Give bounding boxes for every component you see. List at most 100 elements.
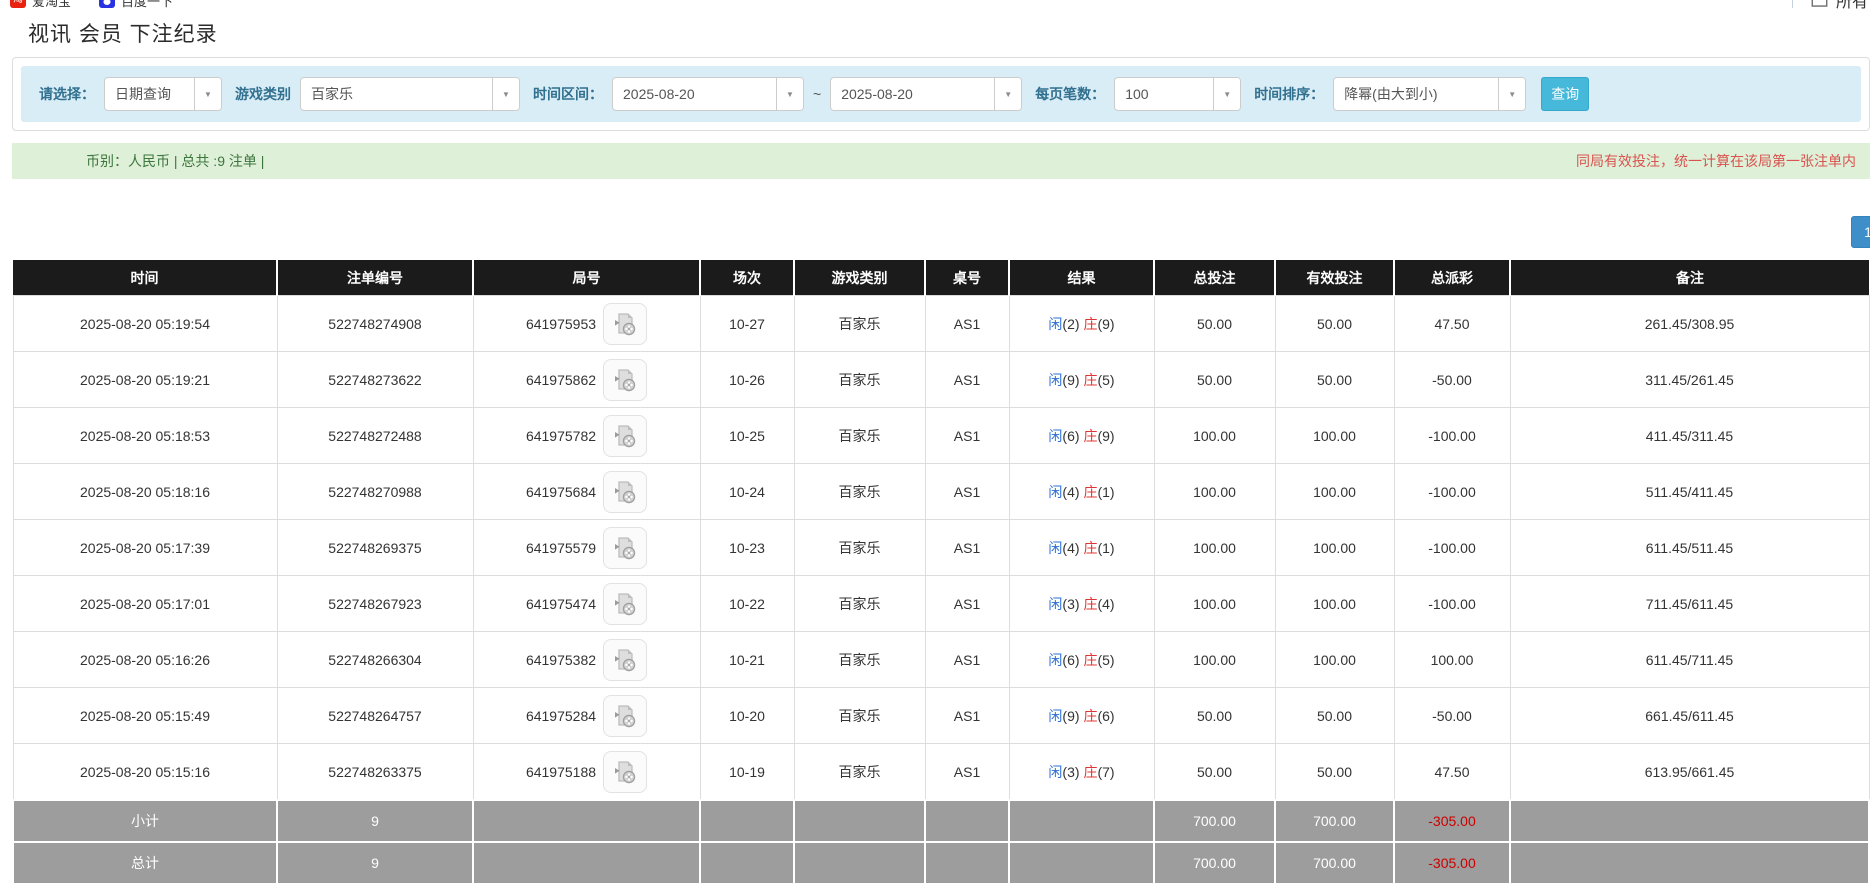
video-replay-button[interactable] <box>603 751 647 793</box>
time-cell: 2025-08-20 05:15:16 <box>13 744 277 801</box>
payout-cell: 47.50 <box>1394 744 1510 801</box>
round-number-cell: 641975953 <box>473 296 700 352</box>
time-sort-select[interactable]: 降幂(由大到小) ▼ <box>1333 77 1526 111</box>
video-replay-button[interactable] <box>603 527 647 569</box>
chevron-down-icon[interactable]: ▼ <box>1213 78 1240 110</box>
total-bet-link[interactable]: 50.00 <box>1154 352 1275 408</box>
video-replay-button[interactable] <box>603 415 647 457</box>
table-number-cell: AS1 <box>925 632 1009 688</box>
currency-summary-bar: 币别：人民币 | 总共 :9 注单 | 同局有效投注，统一计算在该局第一张注单内 <box>12 143 1870 179</box>
game-type-cell: 百家乐 <box>794 744 925 801</box>
taobao-icon: 淘 <box>10 0 26 8</box>
game-type-cell: 百家乐 <box>794 296 925 352</box>
video-replay-icon <box>612 704 638 728</box>
table-row: 2025-08-20 05:18:16522748270988641975684… <box>13 464 1869 520</box>
total-bet-link[interactable]: 100.00 <box>1154 632 1275 688</box>
round-number: 641975953 <box>526 316 596 332</box>
payout-cell: -50.00 <box>1394 688 1510 744</box>
table-number-cell: AS1 <box>925 352 1009 408</box>
summary-rows: 小计 9 700.00 700.00 -305.00 总计 9 700.00 7… <box>13 800 1869 884</box>
payout-cell: -100.00 <box>1394 408 1510 464</box>
total-bet-link[interactable]: 50.00 <box>1154 296 1275 352</box>
date-from-input[interactable] <box>613 78 776 110</box>
chevron-down-icon[interactable]: ▼ <box>994 78 1021 110</box>
query-button[interactable]: 查询 <box>1541 77 1589 111</box>
round-number: 641975579 <box>526 540 596 556</box>
total-bet-link[interactable]: 100.00 <box>1154 576 1275 632</box>
result-cell: 闲(2) 庄(9) <box>1009 296 1154 352</box>
video-replay-icon <box>612 368 638 392</box>
video-replay-button[interactable] <box>603 359 647 401</box>
video-replay-button[interactable] <box>603 583 647 625</box>
game-type-select[interactable]: 百家乐 ▼ <box>300 77 520 111</box>
total-bet-link[interactable]: 50.00 <box>1154 688 1275 744</box>
chevron-down-icon[interactable]: ▼ <box>1498 78 1525 110</box>
result-cell: 闲(9) 庄(5) <box>1009 352 1154 408</box>
table-row: 2025-08-20 05:17:39522748269375641975579… <box>13 520 1869 576</box>
note-cell: 711.45/611.45 <box>1510 576 1869 632</box>
query-type-value: 日期查询 <box>105 78 194 110</box>
note-cell: 311.45/261.45 <box>1510 352 1869 408</box>
time-cell: 2025-08-20 05:16:26 <box>13 632 277 688</box>
result-cell: 闲(6) 庄(9) <box>1009 408 1154 464</box>
video-replay-icon <box>612 760 638 784</box>
total-bet-link[interactable]: 100.00 <box>1154 520 1275 576</box>
result-banker: 庄 <box>1083 708 1097 724</box>
table-row: 2025-08-20 05:19:21522748273622641975862… <box>13 352 1869 408</box>
date-to-picker[interactable]: ▼ <box>830 77 1022 111</box>
time-cell: 2025-08-20 05:19:54 <box>13 296 277 352</box>
time-cell: 2025-08-20 05:17:01 <box>13 576 277 632</box>
query-type-select[interactable]: 日期查询 ▼ <box>104 77 222 111</box>
table-row: 2025-08-20 05:17:01522748267923641975474… <box>13 576 1869 632</box>
all-bookmarks-button[interactable]: 所有 <box>1792 0 1870 13</box>
bookmark-label: 百度一下 <box>121 0 173 10</box>
chevron-down-icon[interactable]: ▼ <box>492 78 519 110</box>
date-from-picker[interactable]: ▼ <box>612 77 804 111</box>
bookmark-aitaobao[interactable]: 淘 爱淘宝 <box>10 0 71 10</box>
total-bet-link[interactable]: 50.00 <box>1154 744 1275 801</box>
bet-records-table: 时间 注单编号 局号 场次 游戏类别 桌号 结果 总投注 有效投注 总派彩 备注… <box>12 260 1870 885</box>
total-count: 9 <box>277 842 473 884</box>
round-number: 641975782 <box>526 428 596 444</box>
video-replay-button[interactable] <box>603 639 647 681</box>
note-cell: 511.45/411.45 <box>1510 464 1869 520</box>
payout-cell: -100.00 <box>1394 576 1510 632</box>
result-player: 闲 <box>1048 708 1062 724</box>
chevron-down-icon[interactable]: ▼ <box>776 78 803 110</box>
round-number: 641975862 <box>526 372 596 388</box>
header-bet-number: 注单编号 <box>277 260 473 296</box>
bookmark-baidu[interactable]: 百度一下 <box>99 0 173 10</box>
subtotal-payout: -305.00 <box>1394 800 1510 842</box>
round-number-cell: 641975862 <box>473 352 700 408</box>
game-type-cell: 百家乐 <box>794 576 925 632</box>
date-to-input[interactable] <box>831 78 994 110</box>
result-cell: 闲(4) 庄(1) <box>1009 464 1154 520</box>
page-size-select[interactable]: ▼ <box>1114 77 1241 111</box>
result-player: 闲 <box>1048 484 1062 500</box>
video-replay-button[interactable] <box>603 471 647 513</box>
total-bet-link[interactable]: 100.00 <box>1154 408 1275 464</box>
video-replay-button[interactable] <box>603 695 647 737</box>
result-banker: 庄 <box>1083 484 1097 500</box>
session-cell: 10-22 <box>700 576 794 632</box>
currency-total-text: 币别：人民币 | 总共 :9 注单 | <box>86 151 264 171</box>
table-number-cell: AS1 <box>925 408 1009 464</box>
bet-number-cell: 522748272488 <box>277 408 473 464</box>
bet-number-cell: 522748266304 <box>277 632 473 688</box>
time-sort-label: 时间排序： <box>1254 84 1324 104</box>
chevron-down-icon[interactable]: ▼ <box>194 78 221 110</box>
total-bet-link[interactable]: 100.00 <box>1154 464 1275 520</box>
pagination: 1 <box>0 216 1870 246</box>
video-replay-button[interactable] <box>603 303 647 345</box>
page-size-input[interactable] <box>1115 78 1213 110</box>
header-session: 场次 <box>700 260 794 296</box>
total-row: 总计 9 700.00 700.00 -305.00 <box>13 842 1869 884</box>
time-cell: 2025-08-20 05:17:39 <box>13 520 277 576</box>
game-type-cell: 百家乐 <box>794 464 925 520</box>
table-number-cell: AS1 <box>925 744 1009 801</box>
time-cell: 2025-08-20 05:18:53 <box>13 408 277 464</box>
game-type-cell: 百家乐 <box>794 632 925 688</box>
page-1-button[interactable]: 1 <box>1851 216 1870 248</box>
header-result: 结果 <box>1009 260 1154 296</box>
valid-bet-cell: 100.00 <box>1275 520 1394 576</box>
